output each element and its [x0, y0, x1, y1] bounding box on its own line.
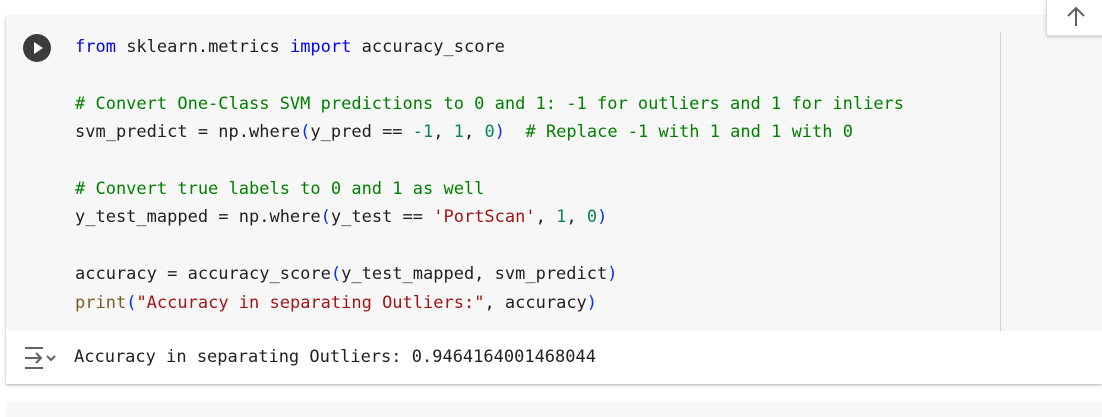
code-token: ,: [566, 207, 587, 228]
code-line[interactable]: [75, 147, 904, 175]
code-line[interactable]: # Convert true labels to 0 and 1 as well: [75, 175, 904, 203]
code-line[interactable]: from sklearn.metrics import accuracy_sco…: [75, 33, 904, 61]
next-cell[interactable]: [6, 402, 1102, 417]
code-token: accuracy = accuracy_score: [75, 264, 331, 285]
code-token: (: [320, 207, 331, 228]
code-cell: from sklearn.metrics import accuracy_sco…: [6, 16, 1102, 384]
notebook-page: from sklearn.metrics import accuracy_sco…: [0, 0, 1102, 417]
scroll-up-button[interactable]: [1046, 0, 1102, 36]
run-cell-button[interactable]: [23, 34, 51, 62]
code-content[interactable]: from sklearn.metrics import accuracy_sco…: [75, 33, 904, 317]
output-toggle-icon[interactable]: [22, 344, 58, 372]
code-token: ): [597, 207, 608, 228]
code-token: y_test_mapped = np.where: [75, 207, 321, 228]
code-token: sklearn.metrics: [115, 37, 290, 57]
code-token: # Convert true labels to 0 and 1 as well: [75, 178, 485, 199]
code-token: from: [75, 37, 116, 57]
code-token: y_test ==: [330, 207, 434, 228]
code-token: 1: [556, 207, 567, 228]
code-token: ): [494, 122, 505, 143]
code-token: 1: [453, 122, 464, 143]
play-circle-icon: [34, 42, 43, 54]
code-token: (: [330, 264, 342, 285]
arrow-up-icon: [1067, 6, 1085, 26]
code-token: (: [126, 292, 137, 313]
code-token: # Convert One-Class SVM predictions to 0…: [75, 93, 905, 114]
code-token: 'PortScan': [433, 207, 536, 228]
code-token: , accuracy: [484, 292, 587, 313]
code-token: ,: [535, 207, 557, 228]
code-token: svm_predict = np.where: [75, 122, 301, 143]
editor-divider: [1000, 32, 1001, 331]
code-token: -1: [412, 122, 434, 143]
code-line[interactable]: y_test_mapped = np.where(y_test == 'Port…: [75, 203, 904, 231]
code-line[interactable]: # Convert One-Class SVM predictions to 0…: [75, 90, 904, 118]
code-token: y_test_mapped, svm_predict: [341, 264, 608, 285]
code-editor[interactable]: from sklearn.metrics import accuracy_sco…: [6, 16, 1102, 331]
output-text: Accuracy in separating Outliers: 0.94641…: [74, 347, 596, 367]
code-line[interactable]: svm_predict = np.where(y_pred == -1, 1, …: [75, 118, 904, 146]
cell-output: Accuracy in separating Outliers: 0.94641…: [6, 331, 1102, 384]
code-token: ): [586, 292, 598, 313]
code-token: ,: [464, 122, 485, 143]
code-token: (: [300, 122, 311, 143]
code-line[interactable]: accuracy = accuracy_score(y_test_mapped,…: [75, 260, 904, 288]
code-token: 0: [586, 207, 598, 228]
code-line[interactable]: [75, 61, 904, 89]
code-token: "Accuracy in separating Outliers:": [136, 292, 485, 313]
code-token: ): [607, 264, 618, 285]
code-token: import: [289, 37, 352, 57]
code-token: 0: [484, 122, 495, 143]
code-token: ,: [433, 122, 454, 143]
code-token: y_pred ==: [310, 122, 413, 143]
code-line[interactable]: [75, 232, 904, 260]
code-token: print: [75, 292, 127, 313]
code-token: accuracy_score: [351, 37, 505, 57]
code-token: # Replace -1 with 1 and 1 with 0: [525, 122, 853, 143]
code-line[interactable]: print("Accuracy in separating Outliers:"…: [75, 289, 904, 317]
